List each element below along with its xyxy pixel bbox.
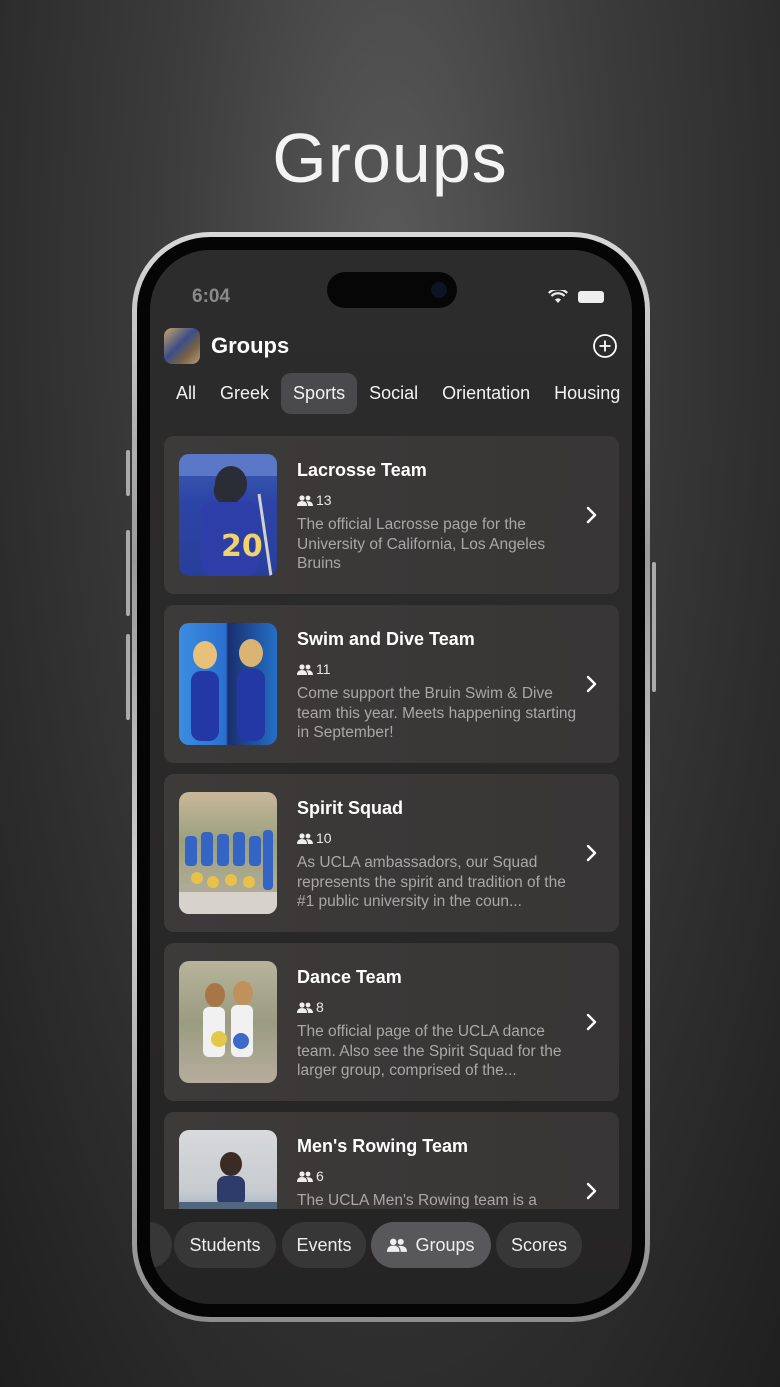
- tab-scores[interactable]: Scores: [496, 1222, 582, 1268]
- member-count: 10: [297, 830, 332, 846]
- volume-down-button: [126, 634, 130, 720]
- member-count-value: 6: [316, 1168, 324, 1184]
- groups-list-viewport: 20 Lacrosse Team 13 The official Lacross…: [150, 250, 632, 1209]
- tab-partial-hidden[interactable]: [150, 1222, 172, 1268]
- tab-label: Scores: [510, 1234, 568, 1255]
- group-name: Men's Rowing Team: [297, 1136, 468, 1156]
- group-description: As UCLA ambassadors, our Squad represent…: [297, 854, 566, 910]
- group-photo: [179, 792, 277, 914]
- people-icon: [297, 1001, 313, 1013]
- volume-up-button: [126, 530, 130, 616]
- hero-title: Groups: [272, 119, 508, 197]
- people-icon: [297, 832, 313, 844]
- group-card[interactable]: Dance Team 8 The official page of the UC…: [164, 943, 619, 1101]
- tab-groups[interactable]: Groups: [371, 1222, 491, 1268]
- group-photo: [179, 623, 277, 745]
- tab-label: Events: [296, 1234, 352, 1255]
- tab-students[interactable]: Students: [174, 1222, 276, 1268]
- member-count-value: 8: [316, 999, 324, 1015]
- bottom-tab-bar: Students Events Groups Scores: [150, 1222, 632, 1272]
- group-card[interactable]: Swim and Dive Team 11 Come support the B…: [164, 605, 619, 763]
- people-icon: [297, 1170, 313, 1182]
- group-name: Lacrosse Team: [297, 460, 427, 480]
- app-screen: 6:04 Groups All Greek Sports Social Orie…: [150, 250, 632, 1304]
- group-card[interactable]: Spirit Squad 10 As UCLA ambassadors, our…: [164, 774, 619, 932]
- groups-list: 20 Lacrosse Team 13 The official Lacross…: [164, 436, 619, 1209]
- chevron-right-icon: [586, 1013, 597, 1031]
- tab-label: Students: [189, 1234, 261, 1255]
- group-description: The UCLA Men's Rowing team is a: [297, 1192, 537, 1209]
- group-name: Dance Team: [297, 967, 402, 987]
- member-count-value: 13: [316, 492, 332, 508]
- group-name: Swim and Dive Team: [297, 629, 475, 649]
- member-count: 13: [297, 492, 332, 508]
- member-count-value: 10: [316, 830, 332, 846]
- group-name: Spirit Squad: [297, 798, 404, 818]
- people-icon: [297, 663, 313, 675]
- tab-events[interactable]: Events: [282, 1222, 366, 1268]
- mute-switch: [126, 450, 130, 496]
- chevron-right-icon: [586, 506, 597, 524]
- svg-text:20: 20: [221, 529, 263, 564]
- chevron-right-icon: [586, 1182, 597, 1200]
- people-icon: [387, 1238, 408, 1252]
- chevron-right-icon: [586, 675, 597, 693]
- group-card[interactable]: Men's Rowing Team 6 The UCLA Men's Rowin…: [164, 1112, 619, 1209]
- chevron-right-icon: [586, 844, 597, 862]
- group-photo: [179, 1130, 277, 1209]
- people-icon: [297, 494, 313, 506]
- group-description: Come support the Bruin Swim & Dive team …: [297, 685, 577, 741]
- power-button: [652, 562, 656, 692]
- phone-frame: 6:04 Groups All Greek Sports Social Orie…: [126, 232, 656, 1322]
- member-count-value: 11: [316, 661, 331, 677]
- group-photo: 20: [179, 454, 277, 576]
- group-description: The official Lacrosse page for the Unive…: [297, 516, 546, 572]
- group-card[interactable]: 20 Lacrosse Team 13 The official Lacross…: [164, 436, 619, 594]
- member-count: 11: [297, 661, 331, 677]
- group-photo: [179, 961, 277, 1083]
- member-count: 8: [297, 999, 324, 1015]
- member-count: 6: [297, 1168, 324, 1184]
- tab-label: Groups: [415, 1234, 475, 1255]
- group-description: The official page of the UCLA dance team…: [297, 1023, 562, 1079]
